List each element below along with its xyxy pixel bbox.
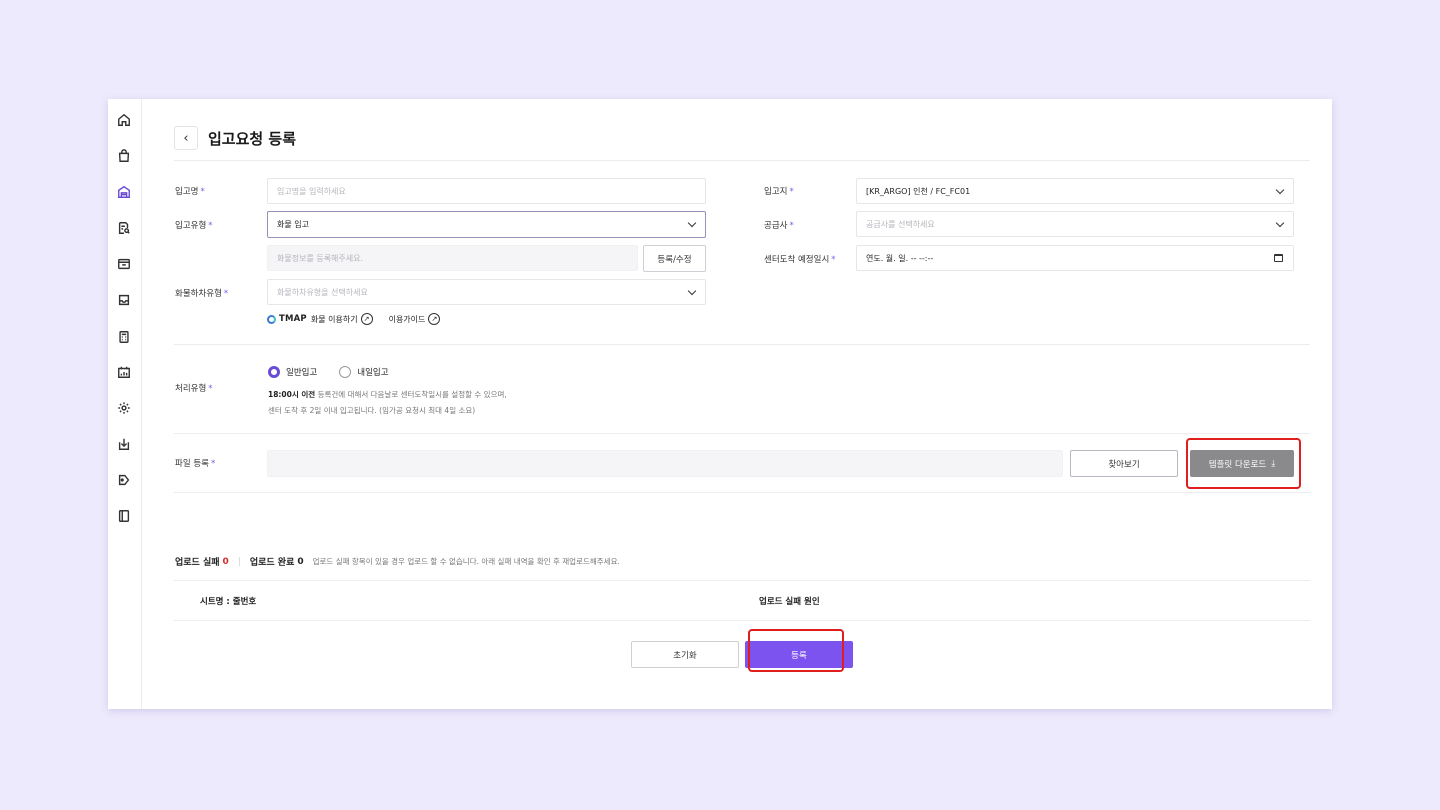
reset-button[interactable]: 초기화 <box>631 641 739 668</box>
external-link-icon: ↗ <box>428 313 441 325</box>
divider <box>174 492 1310 493</box>
tmap-links: TMAP 화물 이용하기 ↗ 이용가이드 ↗ <box>267 313 441 325</box>
supplier-label: 공급사 * <box>764 221 794 231</box>
warehouse-select[interactable]: [KR_ARGO] 인천 / FC_FC01 <box>856 178 1294 204</box>
back-button[interactable]: ‹ <box>174 126 198 150</box>
inbound-name-label: 입고명 * <box>175 187 205 197</box>
tmap-mark-icon <box>267 314 276 324</box>
calendar-icon[interactable] <box>1274 254 1283 262</box>
browse-button[interactable]: 찾아보기 <box>1070 450 1178 477</box>
chevron-down-icon <box>687 286 697 296</box>
column-sheet-line: 시트명 : 줄번호 <box>200 597 257 607</box>
processing-note-2: 센터 도착 후 2일 이내 입고됩니다. (임가공 요청시 최대 4일 소요) <box>268 406 476 415</box>
external-link-icon: ↗ <box>360 313 373 325</box>
separator <box>238 557 240 566</box>
unloading-type-select[interactable]: 화물하차유형을 선택하세요 <box>267 279 706 305</box>
sidebar <box>108 99 142 709</box>
tag-icon[interactable] <box>113 469 135 491</box>
chevron-down-icon <box>687 218 697 228</box>
processing-type-radios: 일반입고 내일입고 <box>268 366 389 378</box>
tmap-logo: TMAP <box>267 314 307 324</box>
page-title: 입고요청 등록 <box>208 129 297 148</box>
upload-fail-count: 0 <box>222 556 229 567</box>
inbound-type-label: 입고유형 * <box>175 221 213 231</box>
supplier-select[interactable]: 공급사를 선택하세요 <box>856 211 1294 237</box>
chevron-down-icon <box>1275 185 1285 195</box>
usage-guide-link[interactable]: 이용가이드 ↗ <box>389 313 441 325</box>
divider <box>174 160 1310 161</box>
radio-unselected[interactable] <box>339 366 352 378</box>
document-search-icon[interactable] <box>113 217 135 239</box>
upload-message: 업로드 실패 항목이 있을 경우 업로드 할 수 없습니다. 아래 실패 내역을… <box>312 557 620 566</box>
table-divider <box>174 580 1310 581</box>
warehouse-label: 입고지 * <box>764 187 794 197</box>
tmap-cargo-link[interactable]: 화물 이용하기 ↗ <box>311 313 373 325</box>
warehouse-icon[interactable] <box>113 181 135 203</box>
highlight-box-template <box>1186 438 1301 489</box>
home-icon[interactable] <box>113 109 135 131</box>
upload-success-count: 0 <box>297 556 304 567</box>
arrival-datetime-label: 센터도착 예정일시 * <box>764 255 836 265</box>
column-fail-reason: 업로드 실패 원인 <box>759 597 820 607</box>
radio-general-inbound[interactable]: 일반입고 <box>268 366 317 378</box>
processing-type-label: 처리유형 * <box>175 384 213 394</box>
calendar-chart-icon[interactable] <box>113 361 135 383</box>
download-icon[interactable] <box>113 433 135 455</box>
cargo-info-input: 화물정보를 등록해주세요. <box>267 245 638 271</box>
processing-note-1: 18:00시 이전 등록건에 대해서 다음날로 센터도착일시를 설정할 수 있으… <box>268 390 507 399</box>
highlight-box-submit <box>748 629 844 672</box>
gear-icon[interactable] <box>113 397 135 419</box>
chevron-left-icon: ‹ <box>183 130 189 146</box>
inbound-type-select[interactable]: 화물 입고 <box>267 211 706 238</box>
app-window: ‹ 입고요청 등록 입고명 * 입고명을 입력하세요 입고유형 * 화물 입고 화물… <box>108 99 1332 709</box>
file-register-label: 파일 등록 * <box>175 459 216 469</box>
chevron-down-icon <box>1275 218 1285 228</box>
page-header: ‹ 입고요청 등록 <box>174 126 296 150</box>
bag-icon[interactable] <box>113 145 135 167</box>
cargo-register-edit-button[interactable]: 등록/수정 <box>643 245 706 272</box>
radio-tomorrow-inbound[interactable]: 내일입고 <box>339 366 389 378</box>
divider <box>174 344 1310 345</box>
inbound-name-input[interactable]: 입고명을 입력하세요 <box>267 178 706 204</box>
book-icon[interactable] <box>113 505 135 527</box>
table-divider <box>174 620 1310 621</box>
divider <box>174 433 1310 434</box>
unloading-type-label: 화물하차유형 * <box>175 289 229 299</box>
arrival-datetime-input[interactable]: 연도. 월. 일. -- --:-- <box>856 245 1294 271</box>
file-path-input <box>267 450 1063 477</box>
inbox-icon[interactable] <box>113 289 135 311</box>
radio-selected[interactable] <box>268 366 280 378</box>
box-icon[interactable] <box>113 253 135 275</box>
calculator-icon[interactable] <box>113 326 135 348</box>
upload-status: 업로드 실패 0 업로드 완료 0 업로드 실패 항목이 있을 경우 업로드 할… <box>175 556 620 569</box>
